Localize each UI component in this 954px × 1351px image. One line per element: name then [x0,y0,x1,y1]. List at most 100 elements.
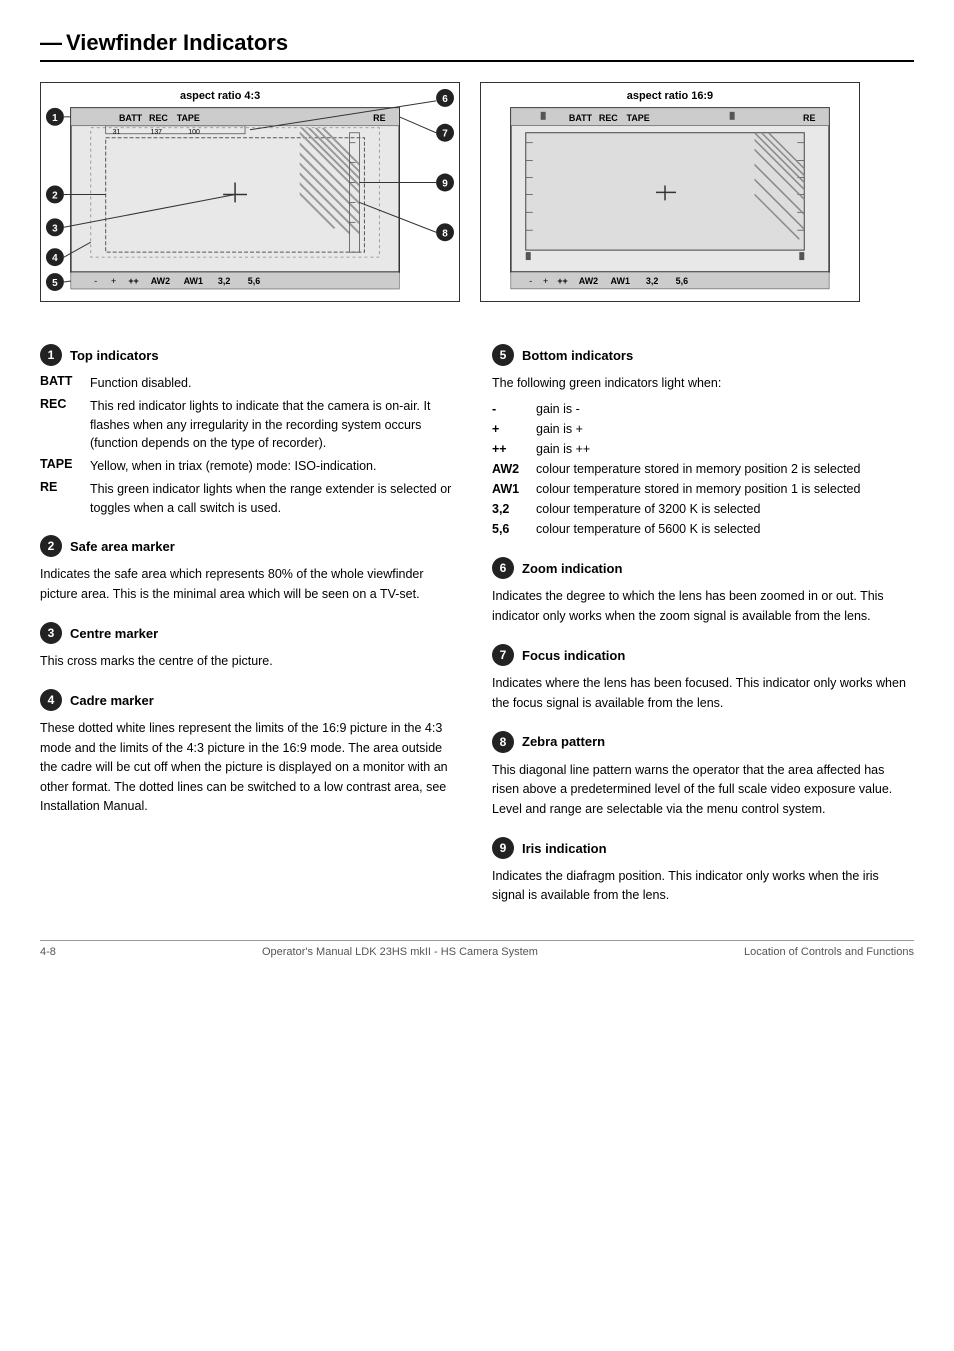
content-right: 5 Bottom indicators The following green … [492,326,914,910]
bottom-key-32: 3,2 [492,499,536,519]
section-3-heading: 3 Centre marker [40,622,462,644]
indicator-tape-val: Yellow, when in triax (remote) mode: ISO… [90,457,376,476]
bottom-list-aw1: AW1 colour temperature stored in memory … [492,479,914,499]
svg-text:TAPE: TAPE [627,113,650,123]
svg-text:3,2: 3,2 [646,276,658,286]
svg-text:7: 7 [442,129,448,140]
section-1-number: 1 [40,344,62,366]
svg-text:AW1: AW1 [611,276,630,286]
content-row: 1 Top indicators BATT Function disabled.… [40,326,914,910]
bottom-val-plus: gain is + [536,419,914,439]
diagram-16-9-svg: aspect ratio 16:9 BATT REC TAPE RE [481,83,859,302]
svg-text:aspect ratio 4:3: aspect ratio 4:3 [180,90,260,102]
indicator-tape: TAPE Yellow, when in triax (remote) mode… [40,457,462,476]
svg-text:3: 3 [52,223,58,234]
svg-text:++: ++ [557,276,567,286]
section-6-number: 6 [492,557,514,579]
svg-text:REC: REC [599,113,618,123]
indicator-batt-key: BATT [40,374,90,388]
footer-page-num: 4-8 [40,946,56,958]
svg-text:8: 8 [442,228,448,239]
diagram-4-3-svg: aspect ratio 4:3 BATT REC TAPE RE [41,83,459,302]
svg-text:3,2: 3,2 [218,276,230,286]
section-2-number: 2 [40,535,62,557]
svg-text:AW1: AW1 [184,276,203,286]
svg-text:aspect ratio 16:9: aspect ratio 16:9 [627,90,713,102]
footer-doc-title: Operator's Manual LDK 23HS mkII - HS Cam… [262,946,538,958]
section-7-body: Indicates where the lens has been focuse… [492,674,914,713]
footer-section: Location of Controls and Functions [744,946,914,958]
diagram-4-3: aspect ratio 4:3 BATT REC TAPE RE [40,82,460,302]
bottom-val-aw2: colour temperature stored in memory posi… [536,459,914,479]
bottom-val-plusplus: gain is ++ [536,439,914,459]
svg-text:AW2: AW2 [579,276,598,286]
section-8-title: Zebra pattern [522,734,605,749]
svg-text:+: + [111,276,116,286]
section-8-body: This diagonal line pattern warns the ope… [492,761,914,819]
section-6-heading: 6 Zoom indication [492,557,914,579]
section-1-indicators: BATT Function disabled. REC This red ind… [40,374,462,517]
svg-text:BATT: BATT [119,113,143,123]
section-3-title: Centre marker [70,626,158,641]
bottom-list-plus: + gain is + [492,419,914,439]
content-left: 1 Top indicators BATT Function disabled.… [40,326,462,910]
section-1-heading: 1 Top indicators [40,344,462,366]
indicator-rec-key: REC [40,397,90,411]
svg-text:TAPE: TAPE [177,113,200,123]
section-7-title: Focus indication [522,648,625,663]
bottom-list-minus: - gain is - [492,399,914,419]
bottom-list-aw2: AW2 colour temperature stored in memory … [492,459,914,479]
section-4-body: These dotted white lines represent the l… [40,719,462,816]
page-title-section: — Viewfinder Indicators [40,30,914,62]
page-footer: 4-8 Operator's Manual LDK 23HS mkII - HS… [40,940,914,958]
section-5-number: 5 [492,344,514,366]
indicator-batt-val: Function disabled. [90,374,191,393]
svg-text:+: + [543,276,548,286]
page-title: Viewfinder Indicators [66,30,288,56]
svg-text:4: 4 [52,253,58,264]
section-1-title: Top indicators [70,348,159,363]
svg-text:9: 9 [442,178,448,189]
indicator-re-val: This green indicator lights when the ran… [90,480,462,518]
svg-text:137: 137 [150,129,162,136]
bottom-key-plus: + [492,419,536,439]
svg-text:100: 100 [188,129,200,136]
section-3-number: 3 [40,622,62,644]
section-5-intro: The following green indicators light whe… [492,374,914,393]
indicator-rec-val: This red indicator lights to indicate th… [90,397,462,453]
section-2-heading: 2 Safe area marker [40,535,462,557]
diagrams-row: aspect ratio 4:3 BATT REC TAPE RE [40,82,914,302]
bottom-val-aw1: colour temperature stored in memory posi… [536,479,914,499]
section-6-body: Indicates the degree to which the lens h… [492,587,914,626]
section-4-title: Cadre marker [70,693,154,708]
svg-text:-: - [94,276,97,286]
section-3-body: This cross marks the centre of the pictu… [40,652,462,671]
section-5-title: Bottom indicators [522,348,633,363]
section-9-body: Indicates the diafragm position. This in… [492,867,914,906]
svg-text:1: 1 [52,113,58,124]
svg-text:2: 2 [52,190,58,201]
bottom-key-minus: - [492,399,536,419]
svg-text:5,6: 5,6 [248,276,260,286]
section-5-list: - gain is - + gain is + ++ gain is ++ AW… [492,399,914,539]
svg-text:5: 5 [52,278,58,289]
section-2-body: Indicates the safe area which represents… [40,565,462,604]
section-9-number: 9 [492,837,514,859]
svg-text:REC: REC [149,113,168,123]
diagram-16-9: aspect ratio 16:9 BATT REC TAPE RE [480,82,860,302]
section-7-number: 7 [492,644,514,666]
section-5-heading: 5 Bottom indicators [492,344,914,366]
bottom-list-32: 3,2 colour temperature of 3200 K is sele… [492,499,914,519]
bottom-val-minus: gain is - [536,399,914,419]
svg-text:-: - [529,276,532,286]
svg-text:RE: RE [373,113,385,123]
section-4-number: 4 [40,689,62,711]
bottom-val-32: colour temperature of 3200 K is selected [536,499,914,519]
bottom-key-aw1: AW1 [492,479,536,499]
indicator-batt: BATT Function disabled. [40,374,462,393]
svg-text:++: ++ [128,276,138,286]
section-6-title: Zoom indication [522,561,622,576]
section-7-heading: 7 Focus indication [492,644,914,666]
bottom-list-plusplus: ++ gain is ++ [492,439,914,459]
svg-text:6: 6 [442,94,448,105]
